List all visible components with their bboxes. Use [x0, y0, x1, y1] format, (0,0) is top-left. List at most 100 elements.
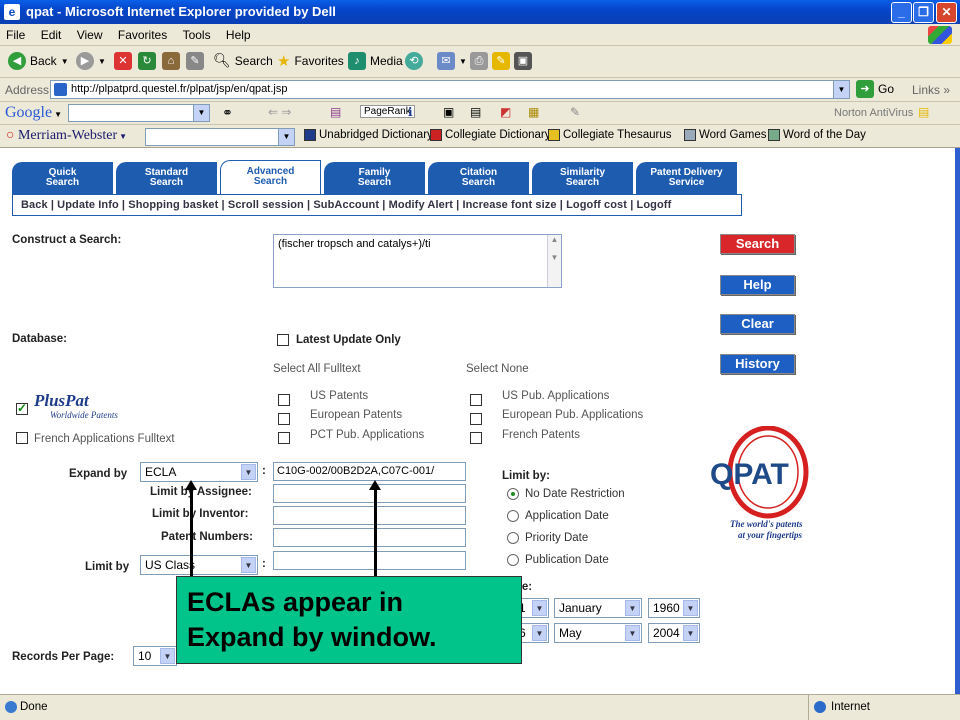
- clear-button[interactable]: Clear: [720, 314, 795, 334]
- expand-by-input[interactable]: C10G-002/00B2D2A,C07C-001/: [273, 462, 466, 481]
- info-icon[interactable]: ℹ: [408, 105, 413, 119]
- french-patents-checkbox[interactable]: [470, 432, 482, 444]
- mw-word-games-button[interactable]: Word Games: [684, 129, 767, 141]
- pluspat-checkbox[interactable]: [16, 401, 28, 415]
- nav-arrows-icon[interactable]: ⇐ ⇒: [268, 105, 291, 119]
- google-logo[interactable]: Google ▼: [5, 104, 62, 122]
- norton-label[interactable]: Norton AntiVirus: [834, 107, 913, 119]
- expand-by-select[interactable]: ECLA ▼: [140, 462, 258, 482]
- no-date-restriction-radio[interactable]: [507, 488, 519, 500]
- pencil-icon[interactable]: ✎: [570, 105, 580, 119]
- history-button[interactable]: History: [720, 354, 795, 374]
- binoculars-icon[interactable]: ⚭: [222, 105, 233, 121]
- tab-family-search[interactable]: Family Search: [324, 162, 425, 194]
- mw-unabridged-button[interactable]: Unabridged Dictionary: [304, 129, 433, 141]
- tab-quick-search[interactable]: Quick Search: [12, 162, 113, 194]
- from-year-select[interactable]: 1960 ▼: [648, 598, 700, 618]
- favorites-button[interactable]: ★ Favorites: [277, 52, 344, 70]
- qpat-tagline-2: at your fingertips: [738, 530, 803, 540]
- print-button[interactable]: ✎: [186, 52, 204, 70]
- us-patents-checkbox[interactable]: [278, 394, 290, 406]
- tab-patent-delivery[interactable]: Patent Delivery Service: [636, 162, 737, 194]
- merriam-webster-toolbar: ○ Merriam-Webster ▼ ▼ Unabridged Diction…: [0, 125, 960, 148]
- latest-update-checkbox[interactable]: [277, 334, 289, 346]
- back-button[interactable]: ◀ Back ▼: [8, 52, 69, 70]
- menu-favorites[interactable]: Favorites: [112, 24, 173, 46]
- query-textarea[interactable]: (fischer tropsch and catalys+)/ti ▲ ▼: [273, 234, 562, 288]
- home-button[interactable]: ⌂: [162, 52, 180, 70]
- print-icon: ⎙: [470, 52, 488, 70]
- application-date-radio[interactable]: [507, 510, 519, 522]
- tab-similarity-search[interactable]: Similarity Search: [532, 162, 633, 194]
- tab-standard-search[interactable]: Standard Search: [116, 162, 217, 194]
- bookmark-icon[interactable]: ▤: [470, 105, 481, 119]
- google-dropdown-icon[interactable]: ▼: [193, 105, 209, 121]
- to-year-select[interactable]: 2004 ▼: [648, 623, 700, 643]
- media-button[interactable]: ♪ Media: [348, 52, 403, 70]
- popup-blocker-icon[interactable]: ▤: [330, 105, 341, 119]
- google-search-input[interactable]: ▼: [68, 104, 210, 122]
- records-per-page-select[interactable]: 10 ▼: [133, 646, 177, 666]
- print-page-button[interactable]: ⎙: [470, 52, 488, 70]
- tab-citation-search[interactable]: Citation Search: [428, 162, 529, 194]
- maximize-button[interactable]: ❐: [913, 2, 934, 23]
- page-icon: [54, 83, 67, 96]
- mw-word-of-day-button[interactable]: Word of the Day: [768, 129, 866, 141]
- menu-bar: File Edit View Favorites Tools Help: [0, 24, 960, 46]
- menu-view[interactable]: View: [71, 24, 109, 46]
- menu-tools[interactable]: Tools: [177, 24, 217, 46]
- vertical-scrollbar[interactable]: [955, 148, 960, 694]
- close-button[interactable]: ✕: [936, 2, 957, 23]
- stop-button[interactable]: ✕: [114, 52, 132, 70]
- publication-date-radio[interactable]: [507, 554, 519, 566]
- go-button[interactable]: ➜ Go: [856, 80, 894, 98]
- european-patents-checkbox[interactable]: [278, 413, 290, 425]
- tab-advanced-search[interactable]: Advanced Search: [220, 160, 321, 194]
- address-input[interactable]: http://plpatprd.questel.fr/plpat/jsp/en/…: [50, 80, 850, 99]
- refresh-button[interactable]: ↻: [138, 52, 156, 70]
- european-pub-applications-label: European Pub. Applications: [502, 409, 644, 421]
- construct-search-label: Construct a Search:: [12, 234, 122, 246]
- european-pub-applications-checkbox[interactable]: [470, 413, 482, 425]
- pct-applications-checkbox[interactable]: [278, 432, 290, 444]
- menu-edit[interactable]: Edit: [35, 24, 68, 46]
- patent-numbers-input[interactable]: [273, 528, 466, 547]
- messenger-button[interactable]: ▣: [514, 52, 532, 70]
- mw-collegiate-dictionary-button[interactable]: Collegiate Dictionary: [430, 129, 550, 141]
- mw-dropdown-icon[interactable]: ▼: [278, 129, 294, 145]
- select-none-link[interactable]: Select None: [466, 363, 529, 375]
- google-options-icon[interactable]: ◩: [500, 105, 511, 119]
- highlight-icon[interactable]: ▣: [443, 105, 454, 119]
- query-scrollbar[interactable]: ▲ ▼: [547, 235, 561, 287]
- chevron-down-icon: ▼: [241, 557, 256, 573]
- menu-file[interactable]: File: [0, 24, 31, 46]
- links-label[interactable]: Links »: [912, 83, 950, 97]
- stop-icon: ✕: [114, 52, 132, 70]
- inventor-input[interactable]: [273, 506, 466, 525]
- edit-page-button[interactable]: ✎: [492, 52, 510, 70]
- norton-icon[interactable]: ▤: [918, 105, 929, 119]
- select-all-link[interactable]: Select All Fulltext: [273, 363, 361, 375]
- sub-navigation[interactable]: Back | Update Info | Shopping basket | S…: [12, 194, 742, 216]
- search-button[interactable]: 🔍︎ Search: [213, 52, 273, 69]
- to-month-select[interactable]: May ▼: [554, 623, 642, 643]
- mw-collegiate-thesaurus-button[interactable]: Collegiate Thesaurus: [548, 129, 671, 141]
- limit-by-select[interactable]: US Class ▼: [140, 555, 258, 575]
- address-dropdown-icon[interactable]: ▼: [833, 81, 849, 98]
- minimize-button[interactable]: _: [891, 2, 912, 23]
- mw-logo[interactable]: ○ Merriam-Webster ▼: [6, 128, 127, 144]
- folder-icon[interactable]: ▦: [528, 105, 539, 119]
- mail-button[interactable]: ✉ ▼: [437, 52, 467, 70]
- limit-by-input[interactable]: [273, 551, 466, 570]
- us-pub-applications-checkbox[interactable]: [470, 394, 482, 406]
- menu-help[interactable]: Help: [220, 24, 257, 46]
- chevron-down-icon: ▼: [625, 625, 640, 641]
- search-submit-button[interactable]: Search: [720, 234, 795, 254]
- priority-date-radio[interactable]: [507, 532, 519, 544]
- mw-search-input[interactable]: ▼: [145, 128, 295, 146]
- from-month-select[interactable]: January ▼: [554, 598, 642, 618]
- forward-button[interactable]: ▶ ▼: [76, 52, 106, 70]
- history-toolbar-button[interactable]: ⟲: [405, 52, 423, 70]
- french-fulltext-checkbox[interactable]: [16, 432, 28, 444]
- help-button[interactable]: Help: [720, 275, 795, 295]
